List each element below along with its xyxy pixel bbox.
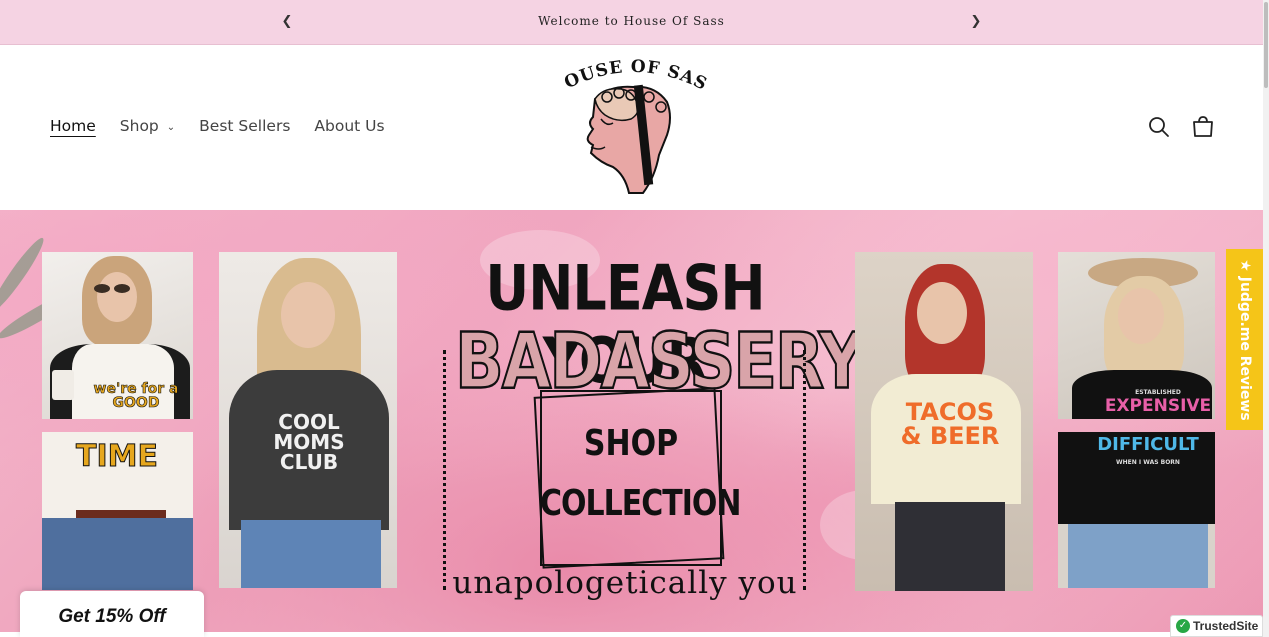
site-header: Home Shop ⌄ Best Sellers About Us HOUSE O… bbox=[0, 45, 1263, 210]
announcement-bar: ❮ Welcome to House Of Sass ❯ bbox=[0, 0, 1263, 45]
sunglasses-icon bbox=[114, 284, 130, 293]
dotted-divider-left bbox=[443, 350, 446, 590]
chevron-right-icon[interactable]: ❯ bbox=[966, 11, 986, 33]
product-photo-expensive-bottom[interactable]: DIFFICULT WHEN I WAS BORN bbox=[1058, 432, 1215, 588]
discount-popup-button[interactable]: Get 15% Off bbox=[20, 591, 204, 637]
model-jeans bbox=[241, 520, 381, 588]
site-logo[interactable]: HOUSE OF SASS bbox=[555, 57, 713, 195]
shirt-print: DIFFICULT bbox=[1097, 434, 1199, 455]
product-photo-cool-moms[interactable]: COOL MOMS CLUB bbox=[219, 252, 397, 588]
trustedsite-label: TrustedSite bbox=[1193, 619, 1259, 633]
dotted-divider-right bbox=[803, 350, 806, 590]
coffee-cup-icon bbox=[52, 370, 74, 400]
nav-best-sellers[interactable]: Best Sellers bbox=[199, 117, 290, 135]
nav-best-sellers-label: Best Sellers bbox=[199, 117, 291, 135]
judgeme-label: ★ Judge.me Reviews bbox=[1236, 258, 1253, 421]
nav-shop[interactable]: Shop ⌄ bbox=[120, 117, 175, 135]
shop-collection-line2: COLLECTION bbox=[540, 482, 742, 525]
chevron-down-icon: ⌄ bbox=[166, 121, 176, 133]
model-jeans bbox=[1068, 524, 1208, 588]
hero-banner[interactable]: we're for a GOOD TIME COOL MOMS CLUB UNL… bbox=[0, 210, 1263, 632]
nav-shop-label: Shop bbox=[119, 117, 159, 135]
page-scrollbar[interactable] bbox=[1263, 0, 1269, 637]
model-face bbox=[281, 282, 335, 348]
discount-label: Get 15% Off bbox=[58, 606, 166, 627]
nav-about-us[interactable]: About Us bbox=[314, 117, 384, 135]
product-photo-good-time-top[interactable]: we're for a GOOD bbox=[42, 252, 193, 419]
shirt-print: EXPENSIVE bbox=[1104, 396, 1212, 416]
checkmark-icon: ✓ bbox=[1176, 619, 1190, 633]
shirt-print: COOL MOMS CLUB bbox=[273, 410, 345, 474]
cart-icon[interactable] bbox=[1191, 115, 1215, 139]
product-photo-expensive-top[interactable]: ESTABLISHED EXPENSIVE bbox=[1058, 252, 1215, 419]
button-frame bbox=[533, 387, 725, 569]
announcement-message: Welcome to House Of Sass bbox=[538, 14, 725, 28]
nav-home-label: Home bbox=[50, 117, 96, 135]
nav-about-us-label: About Us bbox=[314, 117, 385, 135]
belt bbox=[76, 510, 166, 518]
model-face bbox=[97, 272, 137, 322]
shop-collection-button[interactable]: SHOP COLLECTION bbox=[533, 387, 742, 569]
shirt-print-small: WHEN I WAS BORN bbox=[1116, 459, 1180, 466]
scrollbar-thumb[interactable] bbox=[1264, 2, 1268, 88]
shirt-print: TIME bbox=[76, 439, 159, 474]
model-jeans bbox=[42, 518, 193, 590]
sunglasses-icon bbox=[94, 284, 110, 293]
product-photo-tacos-beer[interactable]: TACOS & BEER bbox=[855, 252, 1033, 591]
judgeme-reviews-tab[interactable]: ★ Judge.me Reviews bbox=[1226, 249, 1263, 430]
model-face bbox=[917, 282, 967, 344]
shirt-print: TACOS & BEER bbox=[900, 398, 1000, 450]
hero-tagline: unapologetically you bbox=[452, 565, 798, 601]
shop-collection-line1: SHOP bbox=[583, 422, 679, 465]
model-jeans bbox=[895, 502, 1005, 591]
trustedsite-badge[interactable]: ✓ TrustedSite bbox=[1170, 615, 1263, 637]
search-icon[interactable] bbox=[1147, 115, 1171, 139]
product-photo-good-time-bottom[interactable]: TIME bbox=[42, 432, 193, 590]
model-face bbox=[1118, 288, 1164, 344]
main-nav: Home Shop ⌄ Best Sellers About Us bbox=[50, 117, 409, 135]
shirt-print: we're for a GOOD bbox=[93, 381, 179, 411]
nav-home[interactable]: Home bbox=[50, 117, 96, 135]
